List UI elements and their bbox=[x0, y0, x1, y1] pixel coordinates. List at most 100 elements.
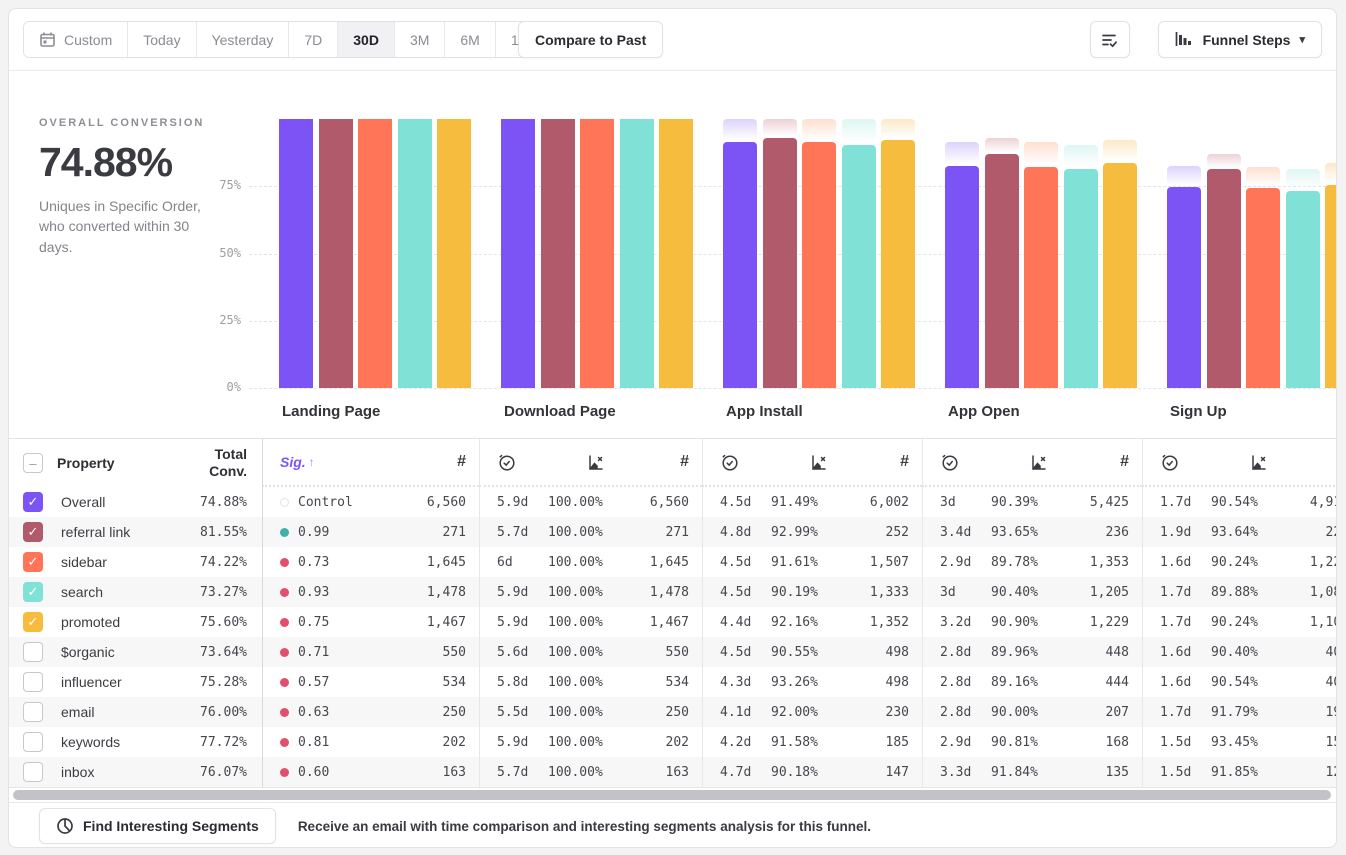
step-conversion-rate: 100.00% bbox=[548, 615, 603, 630]
overall-conversion-label: OVERALL CONVERSION bbox=[39, 117, 224, 129]
clock-check-icon[interactable] bbox=[720, 453, 771, 472]
property-checkbox[interactable] bbox=[23, 732, 43, 752]
funnel-bar[interactable] bbox=[1024, 167, 1058, 388]
table-row: email76.00%0.632505.5d100.00%2504.1d92.0… bbox=[9, 697, 1336, 727]
funnel-bar[interactable] bbox=[1325, 185, 1336, 388]
funnel-bar[interactable] bbox=[945, 166, 979, 388]
funnel-bar[interactable] bbox=[1207, 169, 1241, 388]
time-to-convert-value: 1.7d bbox=[1160, 585, 1211, 600]
time-to-convert-value: 2.8d bbox=[940, 705, 991, 720]
funnel-bar[interactable] bbox=[1064, 169, 1098, 388]
property-checkbox[interactable] bbox=[23, 642, 43, 662]
funnel-bar[interactable] bbox=[358, 119, 392, 388]
property-label: inbox bbox=[61, 764, 94, 780]
step-conversion-rate: 90.24% bbox=[1211, 555, 1258, 570]
sig-dot-icon bbox=[280, 498, 289, 507]
sig-sort-header[interactable]: Sig. bbox=[280, 454, 306, 470]
sig-value: 0.73 bbox=[298, 555, 329, 570]
property-checkbox[interactable]: ✓ bbox=[23, 582, 43, 602]
step-conversion-rate: 100.00% bbox=[548, 585, 603, 600]
funnel-bar[interactable] bbox=[659, 119, 693, 388]
property-checkbox[interactable]: ✓ bbox=[23, 492, 43, 512]
date-range-30d[interactable]: 30D bbox=[338, 22, 395, 57]
property-checkbox[interactable]: ✓ bbox=[23, 612, 43, 632]
funnel-bar[interactable] bbox=[985, 154, 1019, 388]
step-conversion-rate: 91.85% bbox=[1211, 765, 1258, 780]
date-range-label: Custom bbox=[64, 32, 112, 48]
funnel-step-label: App Install bbox=[726, 403, 803, 420]
step-conversion-rate: 89.78% bbox=[991, 555, 1038, 570]
funnel-bar-column bbox=[881, 119, 915, 388]
funnel-bar[interactable] bbox=[1246, 188, 1280, 388]
date-range-yesterday[interactable]: Yesterday bbox=[197, 22, 290, 57]
funnel-steps-dropdown[interactable]: Funnel Steps ▾ bbox=[1158, 21, 1322, 58]
funnel-bar[interactable] bbox=[501, 119, 535, 388]
funnel-bar[interactable] bbox=[620, 119, 654, 388]
funnel-bar[interactable] bbox=[437, 119, 471, 388]
date-range-7d[interactable]: 7D bbox=[289, 22, 338, 57]
edit-columns-button[interactable] bbox=[1090, 21, 1130, 58]
hash-icon[interactable]: # bbox=[457, 453, 466, 471]
funnel-bar[interactable] bbox=[881, 140, 915, 388]
clock-check-icon[interactable] bbox=[497, 453, 548, 472]
time-to-convert-value: 5.7d bbox=[497, 525, 548, 540]
clock-check-icon[interactable] bbox=[940, 453, 991, 472]
hash-icon[interactable]: # bbox=[680, 453, 689, 471]
funnel-bar-chart: OVERALL CONVERSION 74.88% Uniques in Spe… bbox=[9, 71, 1336, 438]
conversion-trend-icon[interactable] bbox=[809, 453, 829, 472]
time-to-convert-value: 5.9d bbox=[497, 585, 548, 600]
step-cell: 3.2d90.90%1,229 bbox=[922, 607, 1142, 637]
property-checkbox[interactable] bbox=[23, 702, 43, 722]
funnel-bar[interactable] bbox=[723, 142, 757, 388]
time-to-convert-value: 5.5d bbox=[497, 705, 548, 720]
horizontal-scrollbar[interactable] bbox=[13, 790, 1331, 800]
conversion-trend-icon[interactable] bbox=[1029, 453, 1049, 472]
property-cell: email76.00% bbox=[9, 697, 262, 727]
hash-icon[interactable]: # bbox=[900, 453, 909, 471]
step-count: 1,478 bbox=[427, 585, 466, 600]
date-range-custom[interactable]: Custom bbox=[24, 22, 128, 57]
clock-check-icon[interactable] bbox=[1160, 453, 1211, 472]
funnel-bar[interactable] bbox=[1167, 187, 1201, 388]
step-count: 271 bbox=[443, 525, 466, 540]
filter-check-icon bbox=[1101, 31, 1119, 49]
find-interesting-segments-button[interactable]: Find Interesting Segments bbox=[39, 808, 276, 844]
step-conversion-rate: 90.90% bbox=[991, 615, 1038, 630]
funnel-bar[interactable] bbox=[398, 119, 432, 388]
step-count: 1,353 bbox=[1090, 555, 1129, 570]
funnel-bar[interactable] bbox=[763, 138, 797, 388]
time-to-convert-value: 1.6d bbox=[1160, 645, 1211, 660]
funnel-bar-column bbox=[1207, 119, 1241, 388]
step-cell: 5.9d100.00%202 bbox=[479, 727, 702, 757]
hash-icon[interactable]: # bbox=[1120, 453, 1129, 471]
property-checkbox[interactable] bbox=[23, 672, 43, 692]
funnel-bar[interactable] bbox=[802, 142, 836, 388]
step-cell: 5.9d100.00%6,560 bbox=[479, 487, 702, 517]
funnel-bar[interactable] bbox=[580, 119, 614, 388]
property-checkbox[interactable]: ✓ bbox=[23, 552, 43, 572]
date-range-today[interactable]: Today bbox=[128, 22, 196, 57]
table-rows: ✓Overall74.88%Control6,5605.9d100.00%6,5… bbox=[9, 487, 1336, 787]
property-checkbox[interactable]: ✓ bbox=[23, 522, 43, 542]
select-all-checkbox[interactable]: – bbox=[23, 453, 43, 473]
step-count: 168 bbox=[1106, 735, 1129, 750]
funnel-bar[interactable] bbox=[1103, 163, 1137, 388]
compare-to-past-button[interactable]: Compare to Past bbox=[518, 21, 663, 58]
funnel-bar-column bbox=[279, 119, 313, 388]
funnel-bar[interactable] bbox=[319, 119, 353, 388]
property-checkbox[interactable] bbox=[23, 762, 43, 782]
total-conversion-value: 76.00% bbox=[200, 705, 247, 720]
conversion-trend-icon[interactable] bbox=[586, 453, 606, 472]
conversion-trend-icon[interactable] bbox=[1249, 453, 1269, 472]
date-range-6m[interactable]: 6M bbox=[445, 22, 495, 57]
funnel-bar[interactable] bbox=[279, 119, 313, 388]
funnel-bar[interactable] bbox=[842, 145, 876, 388]
step-conversion-rate: 91.79% bbox=[1211, 705, 1258, 720]
funnel-bar[interactable] bbox=[1286, 191, 1320, 388]
date-range-3m[interactable]: 3M bbox=[395, 22, 445, 57]
funnel-bar-column bbox=[1103, 119, 1137, 388]
step-conversion-rate: 100.00% bbox=[548, 735, 603, 750]
funnel-bar[interactable] bbox=[541, 119, 575, 388]
time-to-convert-value: 4.5d bbox=[720, 495, 771, 510]
sig-value: 0.71 bbox=[298, 645, 329, 660]
